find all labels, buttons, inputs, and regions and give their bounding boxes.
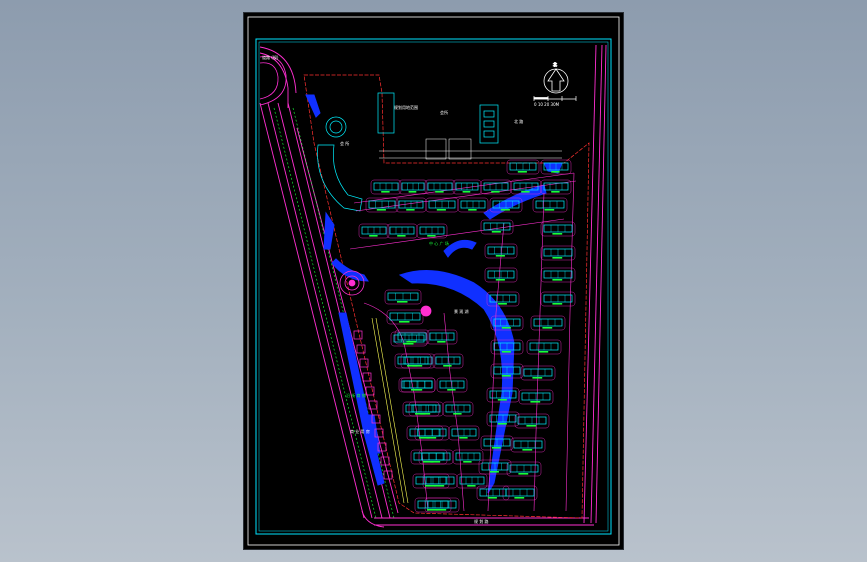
building-label-mark — [497, 399, 507, 401]
water-body — [305, 94, 563, 494]
building-label-mark — [538, 351, 549, 353]
building-label-mark — [423, 461, 434, 463]
building-label-mark — [521, 191, 530, 193]
building-label-mark — [500, 209, 510, 211]
building-label-mark — [399, 321, 410, 323]
building-label-mark — [397, 235, 406, 237]
building-label-mark — [532, 377, 543, 379]
building-label-mark — [491, 447, 501, 449]
building-label-mark — [403, 343, 414, 345]
label-west-shops: 沿 街 商 铺 — [346, 392, 366, 398]
building-label-mark — [411, 389, 422, 391]
building-label-mark — [425, 485, 436, 487]
building-label-mark — [489, 471, 499, 473]
drawing-sheet: 北 0 10 20 30M 道路 (规) 规划用地范围 会所 北 路 会 所 中… — [244, 13, 623, 549]
building-label-mark — [437, 341, 446, 343]
east-roads — [583, 44, 607, 524]
building-label-mark — [491, 231, 501, 233]
building-label-mark — [495, 255, 505, 257]
building-label-mark — [526, 425, 537, 427]
building-label-mark — [443, 365, 452, 367]
building-label-mark — [517, 171, 527, 173]
building-label-mark — [487, 497, 497, 499]
building-label-mark — [497, 303, 507, 305]
building-label-mark — [415, 413, 426, 415]
building-label-mark — [501, 351, 511, 353]
label-planning-boundary: 规划用地范围 — [394, 104, 418, 110]
building-label-mark — [551, 171, 560, 173]
label-clubhouse-top: 会所 — [440, 109, 448, 115]
building-label-mark — [407, 365, 418, 367]
site-plan-drawing: 北 0 10 20 30M 道路 (规) 规划用地范围 会所 北 路 会 所 中… — [247, 16, 620, 546]
building-label-mark — [530, 401, 541, 403]
building-label-mark — [495, 279, 505, 281]
building-label-mark — [552, 279, 563, 281]
cad-viewport[interactable]: 北 0 10 20 30M 道路 (规) 规划用地范围 会所 北 路 会 所 中… — [0, 0, 867, 562]
building-label-mark — [427, 235, 436, 237]
building-label-mark — [427, 509, 438, 511]
residential-buildings — [358, 159, 576, 513]
building-label-mark — [397, 301, 408, 303]
building-label-mark — [522, 449, 533, 451]
building-label-mark — [408, 191, 417, 193]
building-label-mark — [551, 191, 560, 193]
building-label-mark — [369, 235, 378, 237]
building-label-mark — [462, 191, 471, 193]
building-label-mark — [436, 509, 447, 511]
building-label-mark — [459, 437, 468, 439]
building-label-mark — [497, 423, 507, 425]
building-label-mark — [381, 191, 390, 193]
label-north-road: 北 路 — [514, 118, 523, 124]
building-label-mark — [468, 209, 477, 211]
building-label-mark — [435, 191, 444, 193]
building-label-mark — [434, 485, 445, 487]
label-south-street: 规 划 路 — [474, 518, 489, 524]
building-label-mark — [491, 191, 500, 193]
inner-border — [258, 41, 609, 532]
scale-text: 0 10 20 30M — [534, 102, 560, 107]
building-label-mark — [467, 485, 476, 487]
building-label-mark — [463, 461, 472, 463]
label-clubhouse: 会 所 — [340, 140, 349, 146]
building-label-mark — [552, 233, 563, 235]
building-label-mark — [542, 327, 553, 329]
building-label-mark — [376, 209, 386, 211]
north-label: 北 — [553, 61, 557, 67]
label-central-plaza: 中 心 广 场 — [429, 240, 449, 246]
label-top-left: 道路 (规) — [262, 54, 279, 60]
label-lake: 景 观 湖 — [454, 308, 469, 314]
northwest-roundabout — [259, 56, 287, 106]
building-label-mark — [419, 437, 430, 439]
building-label-mark — [453, 413, 462, 415]
label-commercial: 商 业 用 房 — [350, 428, 370, 434]
building-label-mark — [501, 375, 511, 377]
building-label-mark — [552, 303, 563, 305]
building-label-mark — [501, 327, 511, 329]
building-label-mark — [436, 209, 446, 211]
building-label-mark — [514, 497, 525, 499]
building-label-mark — [406, 341, 417, 343]
top-strip-buildings — [379, 138, 562, 160]
building-label-mark — [552, 257, 563, 259]
building-label-mark — [447, 389, 456, 391]
building-label-mark — [406, 209, 415, 211]
building-label-mark — [518, 473, 529, 475]
building-label-mark — [544, 209, 555, 211]
north-arrow-icon: 北 — [543, 61, 569, 94]
scale-bar-icon — [533, 96, 577, 101]
